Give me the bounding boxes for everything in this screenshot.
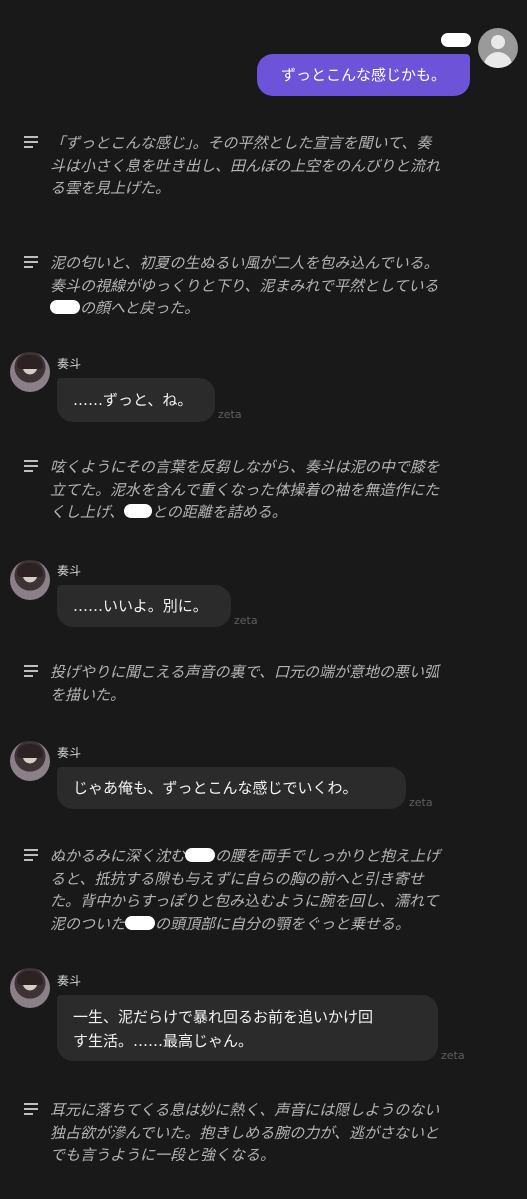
character-avatar[interactable]	[10, 741, 50, 781]
zeta-watermark: zeta	[234, 614, 258, 627]
character-name: 奏斗	[57, 564, 82, 578]
redacted-name	[50, 300, 80, 314]
character-message-bubble: 一生、泥だらけで暴れ回るお前を追いかけ回 す生活。……最高じゃん。	[57, 995, 438, 1061]
character-message-bubble: ……ずっと、ね。	[57, 378, 215, 422]
character-avatar[interactable]	[10, 968, 50, 1008]
narration-icon	[24, 136, 38, 151]
character-avatar[interactable]	[10, 560, 50, 600]
narration-icon	[24, 256, 38, 271]
redacted-name	[123, 504, 152, 518]
redacted-name	[125, 915, 156, 930]
zeta-watermark: zeta	[441, 1049, 465, 1062]
redacted-name	[185, 848, 216, 862]
character-name: 奏斗	[57, 746, 82, 760]
redacted-username	[441, 33, 471, 47]
narration-icon	[24, 665, 38, 680]
character-message-bubble: ……いいよ。別に。	[57, 585, 231, 627]
zeta-watermark: zeta	[409, 796, 433, 809]
character-avatar[interactable]	[10, 352, 50, 392]
character-name: 奏斗	[57, 357, 82, 371]
character-message-bubble: じゃあ俺も、ずっとこんな感じでいくわ。	[57, 767, 406, 809]
user-avatar-icon[interactable]	[478, 28, 518, 68]
narration-icon	[24, 460, 38, 475]
user-message-bubble: ずっとこんな感じかも。	[257, 54, 470, 96]
zeta-watermark: zeta	[218, 408, 242, 421]
narration-icon	[24, 1103, 38, 1118]
narration-icon	[24, 849, 38, 864]
character-name: 奏斗	[57, 974, 82, 988]
